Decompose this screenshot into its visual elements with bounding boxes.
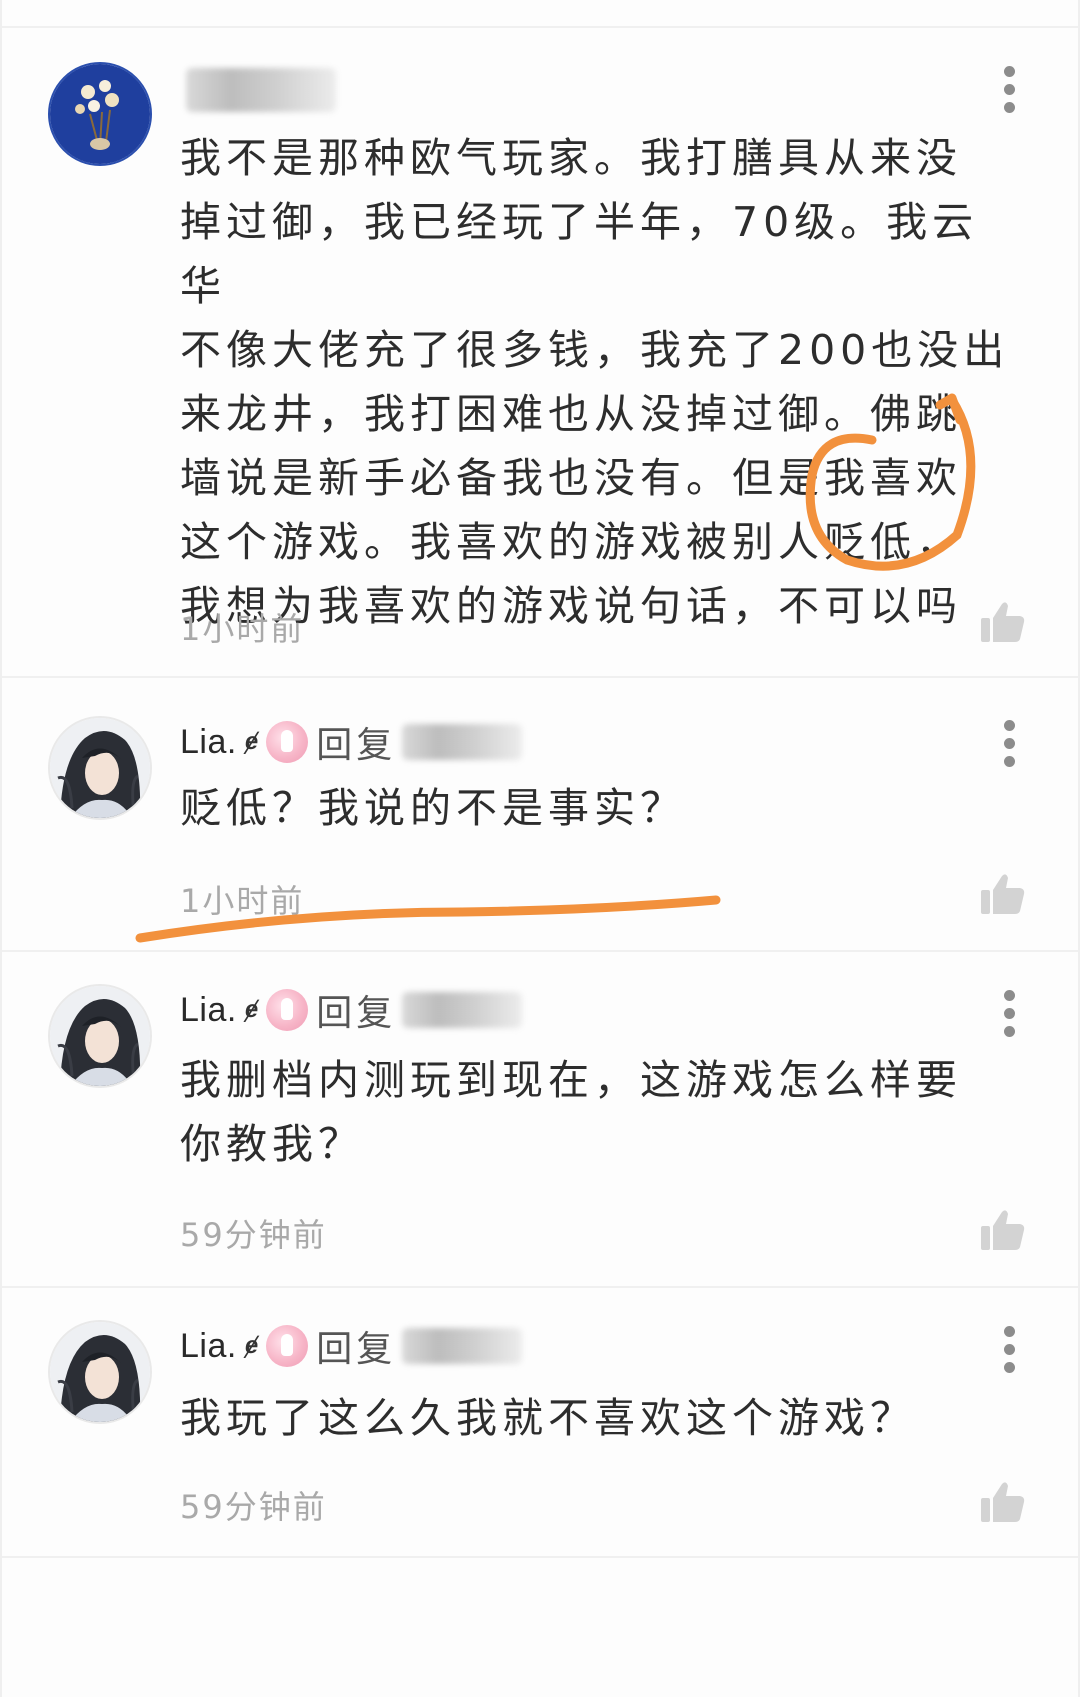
avatar[interactable] <box>48 1320 152 1424</box>
more-vertical-icon[interactable] <box>1004 990 1016 1038</box>
avatar[interactable] <box>48 984 152 1088</box>
anime-character-avatar-image <box>50 1322 150 1422</box>
rabbit-badge-icon <box>266 989 309 1031</box>
comment-header: Lia. ɇ 回复 <box>180 1316 523 1376</box>
comment-timestamp: 59分钟前 <box>180 1216 327 1254</box>
comment-timestamp: 59分钟前 <box>180 1488 327 1526</box>
reply-label: 回复 <box>316 993 397 1034</box>
comment-timestamp: 1小时前 <box>180 882 305 920</box>
thumbs-up-icon[interactable] <box>980 600 1026 644</box>
level-icon: ɇ <box>243 1332 261 1359</box>
divider <box>2 1286 1078 1288</box>
comment-content: 贬低？我说的不是事实？ <box>180 784 686 832</box>
comment-header: Lia. ɇ 回复 <box>180 980 523 1040</box>
username[interactable]: Lia. <box>180 723 237 762</box>
blurred-username <box>186 68 336 112</box>
top-divider <box>2 26 1078 28</box>
comment-timestamp: 1小时前 <box>180 610 305 648</box>
thumbs-up-icon[interactable] <box>980 1480 1026 1524</box>
avatar[interactable] <box>48 62 152 166</box>
comment-content: 我删档内测玩到现在，这游戏怎么样要 你教我？ <box>180 1056 962 1168</box>
comment-content: 我不是那种欧气玩家。我打膳具从来没 掉过御，我已经玩了半年，70级。我云华 不像… <box>180 134 1010 630</box>
reply-label: 回复 <box>316 725 397 766</box>
reply-label: 回复 <box>316 1329 397 1370</box>
comment-thread: 我不是那种欧气玩家。我打膳具从来没 掉过御，我已经玩了半年，70级。我云华 不像… <box>0 0 1080 1697</box>
more-vertical-icon[interactable] <box>1004 720 1016 768</box>
more-vertical-icon[interactable] <box>1004 1326 1016 1374</box>
rabbit-badge-icon <box>266 1325 309 1367</box>
anime-character-avatar-image <box>50 986 150 1086</box>
thumbs-up-icon[interactable] <box>980 1208 1026 1252</box>
divider <box>2 1556 1078 1558</box>
level-icon: ɇ <box>243 728 261 755</box>
username[interactable]: Lia. <box>180 991 237 1030</box>
comment-content: 我玩了这么久我就不喜欢这个游戏？ <box>180 1394 916 1442</box>
anime-character-avatar-image <box>50 718 150 818</box>
username[interactable]: Lia. <box>180 1327 237 1366</box>
blurred-reply-target <box>402 724 523 760</box>
rabbit-badge-icon <box>266 721 309 763</box>
divider <box>2 676 1078 678</box>
blurred-reply-target <box>402 992 523 1028</box>
more-vertical-icon[interactable] <box>1004 66 1016 114</box>
divider <box>2 950 1078 952</box>
comment-header <box>180 60 336 120</box>
level-icon: ɇ <box>243 996 261 1023</box>
thumbs-up-icon[interactable] <box>980 872 1026 916</box>
blurred-reply-target <box>402 1328 523 1364</box>
avatar[interactable] <box>48 716 152 820</box>
comment-header: Lia. ɇ 回复 <box>180 712 523 772</box>
flower-avatar-image <box>50 64 150 164</box>
